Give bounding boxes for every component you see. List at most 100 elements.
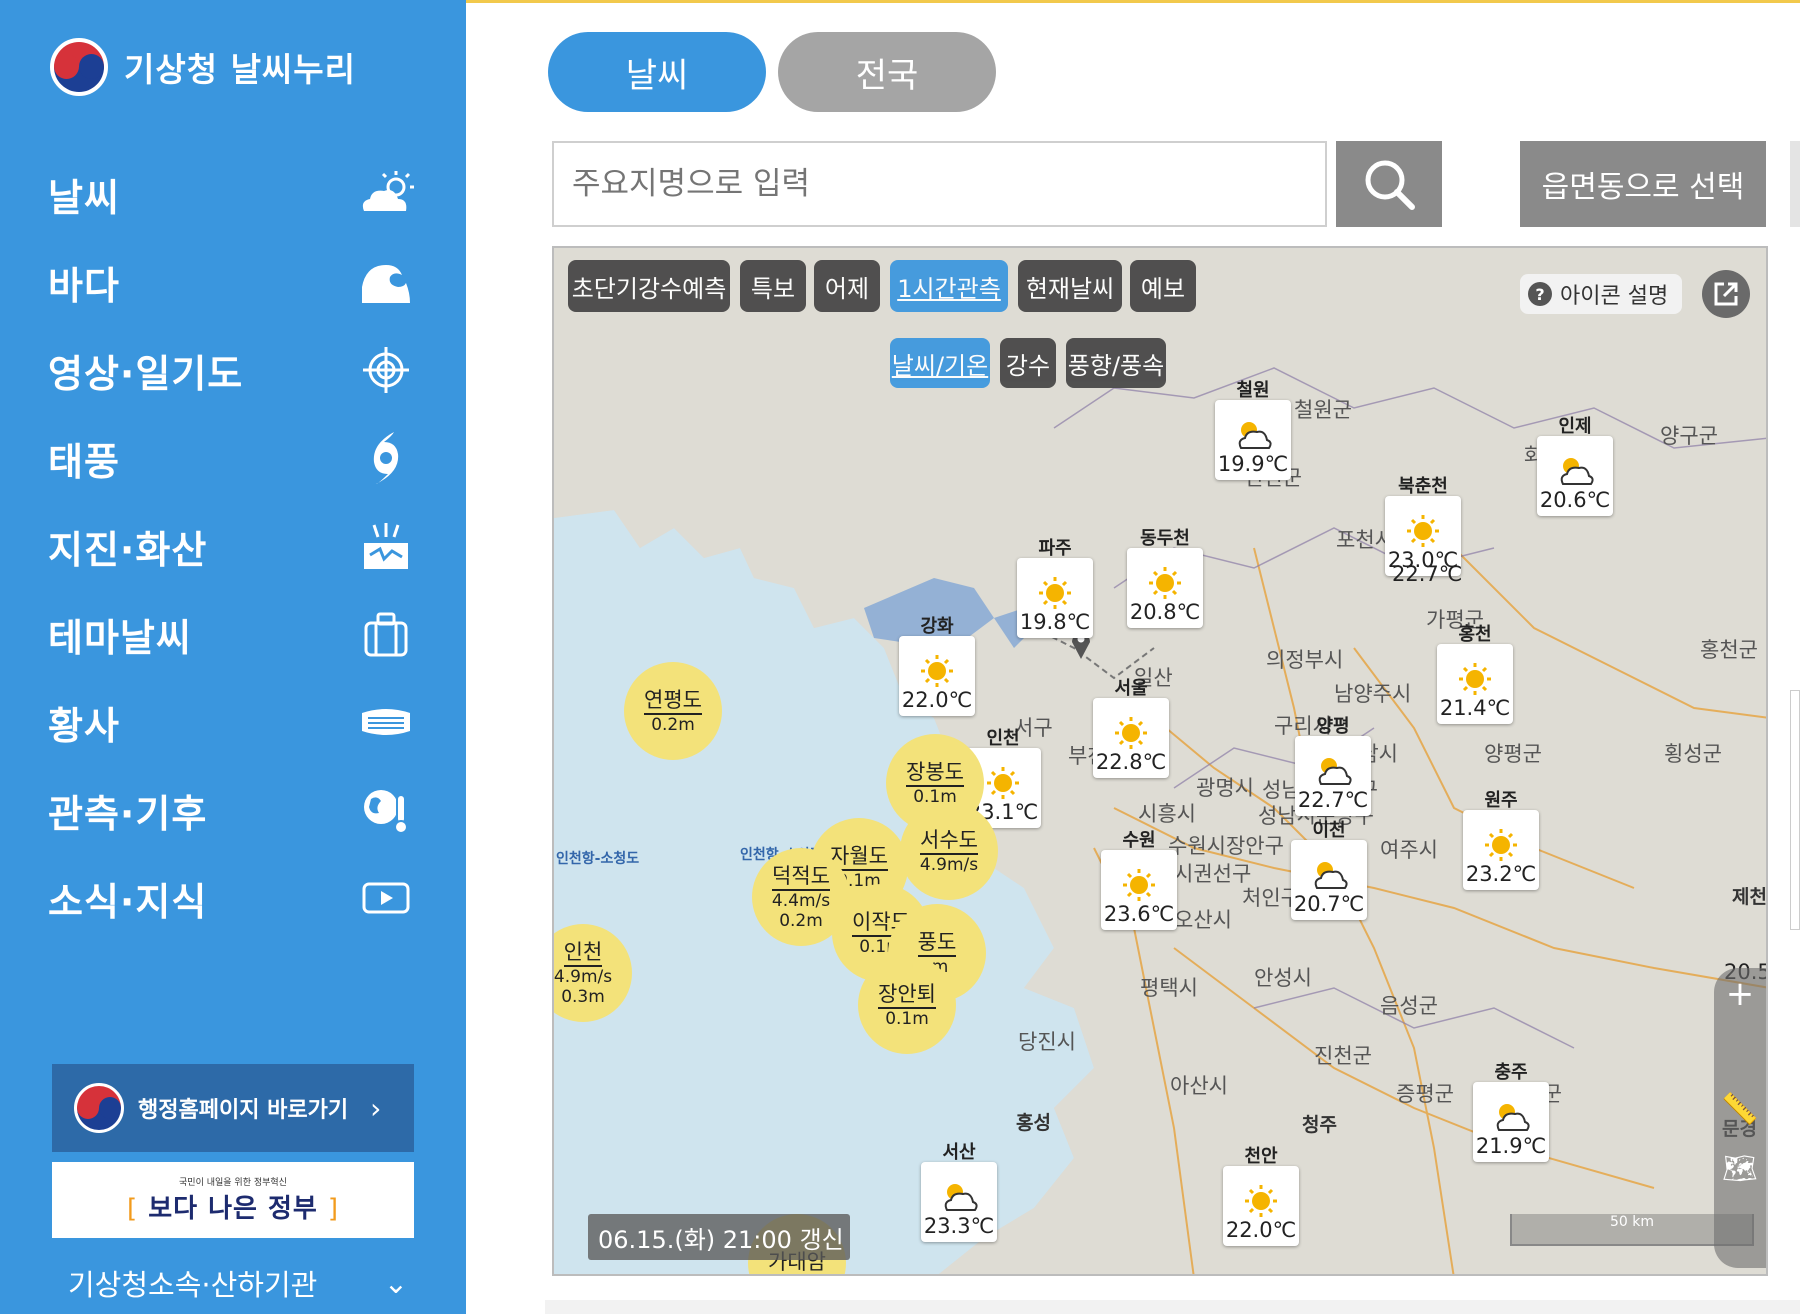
sub-chip-weather-temp[interactable]: 날씨/기온 [890, 338, 990, 388]
partly-cloudy-icon [1314, 862, 1348, 889]
station-marker[interactable]: 천안 22.0℃ [1222, 1142, 1300, 1246]
sunny-icon [1149, 567, 1181, 599]
station-name: 철원 [1236, 380, 1270, 401]
main-nav: 날씨 바다 영상·일기도 태풍 지진·화산 테마날씨 황사 관측·기후 소식·지… [0, 150, 466, 942]
sea-observation-marker[interactable]: 서수도 4.9m/s [900, 802, 998, 900]
station-marker[interactable]: 충주 21.9℃ [1472, 1058, 1550, 1162]
layer-chip-forecast[interactable]: 예보 [1130, 260, 1196, 312]
station-marker[interactable]: 파주 19.8℃ [1016, 534, 1094, 638]
station-name: 천안 [1244, 1146, 1278, 1167]
tab-national[interactable]: 전국 [778, 32, 996, 112]
place-label: 광명시 [1196, 776, 1254, 800]
station-card: 22.0℃ [899, 636, 975, 716]
station-marker[interactable]: 원주 23.2℃ [1462, 786, 1540, 890]
place-label: 남양주시 [1334, 682, 1412, 706]
place-label: 청주 [1302, 1114, 1337, 1136]
partly-cloudy-icon [1560, 458, 1594, 485]
satellite-target-icon [356, 340, 416, 400]
sea-point-value: 0.1m [885, 1009, 929, 1029]
tab-weather[interactable]: 날씨 [548, 32, 766, 112]
station-temp: 23.6℃ [1103, 902, 1175, 926]
banner-title-text: 보다 나은 정부 [148, 1194, 318, 1224]
layer-chip-hourly-observation[interactable]: 1시간관측 [890, 260, 1008, 312]
chevron-right-icon: › [370, 1091, 382, 1125]
banner-title: [ 보다 나은 정부 ] [126, 1194, 340, 1224]
admin-homepage-link[interactable]: 행정홈페이지 바로가기 › [52, 1064, 414, 1152]
layer-chip-nowcast-precip[interactable]: 초단기강수예측 [568, 260, 730, 312]
station-marker[interactable]: 서산 23.3℃ [920, 1138, 998, 1242]
logo-text: 기상청 날씨누리 [124, 50, 357, 89]
nav-item-typhoon[interactable]: 태풍 [0, 414, 466, 502]
station-marker[interactable]: 양평 22.7℃ [1294, 712, 1372, 816]
icon-legend-button[interactable]: ? 아이콘 설명 [1520, 274, 1683, 314]
station-card: 23.3℃ [921, 1162, 997, 1242]
sea-observation-marker[interactable]: 장안퇴 0.1m [858, 956, 956, 1054]
sidebar: 기상청 날씨누리 날씨 바다 영상·일기도 태풍 지진·화산 테마날씨 황사 관… [0, 0, 466, 1314]
select-by-district-button[interactable]: 읍면동으로 선택 [1520, 141, 1766, 227]
nav-item-weather[interactable]: 날씨 [0, 150, 466, 238]
expand-map-button[interactable] [1702, 270, 1750, 318]
map-mode-icon[interactable]: 🗺 [1714, 1152, 1766, 1185]
station-marker[interactable]: 강화 22.0℃ [898, 612, 976, 716]
nav-item-yellow-dust[interactable]: 황사 [0, 678, 466, 766]
search-button[interactable] [1336, 141, 1442, 227]
partly-cloudy-icon [944, 1184, 978, 1211]
station-card: 21.4℃ [1437, 644, 1513, 724]
station-temp: 22.0℃ [901, 688, 973, 712]
place-label: 수원시장안구 [1168, 834, 1284, 858]
place-search-input[interactable] [552, 141, 1327, 227]
help-icon: ? [1528, 282, 1552, 306]
nav-item-observation-climate[interactable]: 관측·기후 [0, 766, 466, 854]
place-label: 철원군 [1294, 398, 1352, 422]
affiliated-agencies-dropdown[interactable]: 기상청소속·산하기관 ⌄ [68, 1262, 408, 1304]
station-marker[interactable]: 이천 20.7℃ [1290, 816, 1368, 920]
station-name: 인제 [1558, 416, 1592, 437]
station-card: 19.8℃ [1017, 558, 1093, 638]
nav-label: 태풍 [48, 439, 120, 484]
place-label: 시권선구 [1174, 862, 1252, 886]
weather-map[interactable]: 초단기강수예측 특보 어제 1시간관측 현재날씨 예보 날씨/기온 강수 풍향/… [552, 246, 1768, 1276]
station-marker[interactable]: 동두천 20.8℃ [1126, 524, 1204, 628]
better-government-banner[interactable]: 국민이 내일을 위한 정부혁신 [ 보다 나은 정부 ] [52, 1162, 414, 1238]
place-label: 오산시 [1174, 908, 1232, 932]
sea-point-value: 4.9m/s [919, 855, 979, 875]
update-timestamp: 06.15.(화) 21:00 갱신 [588, 1214, 850, 1260]
station-name: 동두천 [1140, 528, 1190, 549]
station-temp: 21.9℃ [1475, 1134, 1547, 1158]
station-name: 양평 [1316, 716, 1350, 737]
station-marker[interactable]: 철원 19.9℃ [1214, 376, 1292, 480]
layer-chip-yesterday[interactable]: 어제 [814, 260, 880, 312]
play-video-icon [356, 868, 416, 928]
sub-chip-wind[interactable]: 풍향/풍속 [1066, 338, 1166, 388]
kma-logo[interactable]: 기상청 날씨누리 [50, 38, 356, 96]
station-marker[interactable]: 북춘천 23.0℃ [1384, 472, 1462, 576]
nav-item-earthquake[interactable]: 지진·화산 [0, 502, 466, 590]
station-marker[interactable]: 서울 22.8℃ [1092, 674, 1170, 778]
nav-label: 영상·일기도 [48, 351, 244, 396]
sea-point-name: 덕적도 [772, 863, 830, 891]
search-icon [1365, 160, 1415, 210]
place-label: 평택시 [1140, 976, 1198, 1000]
nav-item-news-knowledge[interactable]: 소식·지식 [0, 854, 466, 942]
station-name: 충주 [1494, 1062, 1528, 1083]
typhoon-icon [356, 428, 416, 488]
station-name: 원주 [1484, 790, 1518, 811]
sea-observation-marker[interactable]: 연평도 0.2m [624, 662, 722, 760]
place-label: 안성시 [1254, 966, 1312, 990]
sea-point-name: 서수도 [920, 827, 978, 855]
nav-item-sea[interactable]: 바다 [0, 238, 466, 326]
ruler-icon[interactable]: 📏 [1714, 1092, 1766, 1127]
zoom-in-button[interactable]: + [1714, 974, 1766, 1014]
suitcase-icon [356, 604, 416, 664]
layer-chip-warnings[interactable]: 특보 [740, 260, 806, 312]
layer-chip-current-weather[interactable]: 현재날씨 [1018, 260, 1122, 312]
station-marker[interactable]: 수원 23.6℃ [1100, 826, 1178, 930]
partly-cloudy-icon [1318, 758, 1352, 785]
station-marker[interactable]: 인제 20.6℃ [1536, 412, 1614, 516]
nav-item-imagery-chart[interactable]: 영상·일기도 [0, 326, 466, 414]
station-marker[interactable]: 홍천 21.4℃ [1436, 620, 1514, 724]
place-label: 양평군 [1484, 742, 1542, 766]
sub-chip-precip[interactable]: 강수 [1000, 338, 1056, 388]
place-label: 홍성 [1016, 1112, 1051, 1134]
nav-item-theme-weather[interactable]: 테마날씨 [0, 590, 466, 678]
